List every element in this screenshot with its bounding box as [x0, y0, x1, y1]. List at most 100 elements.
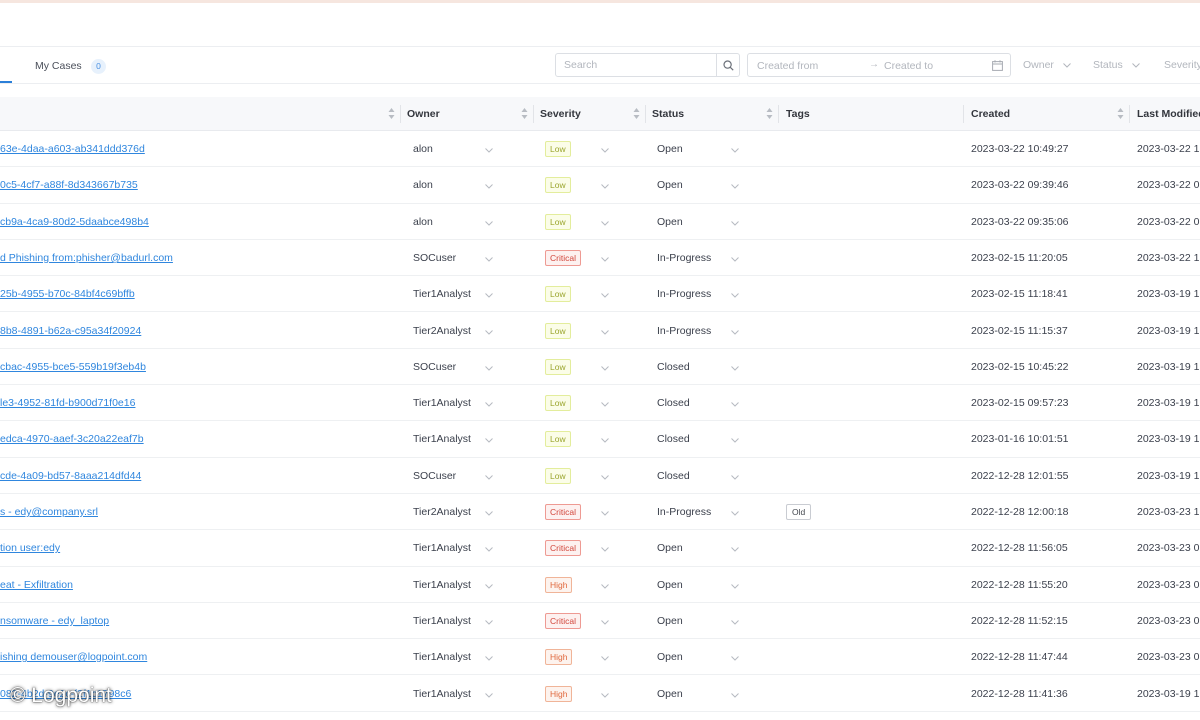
chevron-down-icon[interactable] [731, 326, 739, 338]
table-row[interactable]: 082-4b2d-9e2c-f2f1c1798c6 Tier1Analyst Hig… [0, 676, 1200, 712]
severity-badge[interactable]: Low [545, 286, 571, 303]
chevron-down-icon[interactable] [601, 434, 609, 446]
severity-badge[interactable]: Critical [545, 504, 581, 520]
column-header-status[interactable]: Status [652, 108, 684, 120]
severity-badge[interactable]: Critical [545, 540, 581, 557]
table-row[interactable]: tion user:edy Tier1Analyst Critical Open 202… [0, 530, 1200, 567]
chevron-down-icon[interactable] [731, 689, 739, 701]
chevron-down-icon[interactable] [485, 289, 493, 301]
status-filter[interactable]: Status [1093, 59, 1140, 71]
tag-badge[interactable]: Old [786, 504, 812, 520]
severity-badge[interactable]: High [545, 649, 573, 666]
search-input[interactable] [556, 54, 716, 76]
chevron-down-icon[interactable] [731, 362, 739, 374]
created-from-field[interactable]: Created from [757, 60, 818, 72]
chevron-down-icon[interactable] [731, 398, 739, 410]
created-date-range-picker[interactable]: Created from → Created to [747, 53, 1011, 77]
severity-badge[interactable]: Low [545, 395, 571, 412]
chevron-down-icon[interactable] [601, 217, 609, 229]
case-name-link[interactable]: eat - Exfiltration [0, 579, 73, 591]
case-name-link[interactable]: le3-4952-81fd-b900d71f0e16 [0, 397, 135, 409]
case-name-link[interactable]: 63e-4daa-a603-ab341ddd376d [0, 143, 145, 155]
tab-my-cases[interactable]: My Cases [35, 60, 82, 72]
chevron-down-icon[interactable] [731, 580, 739, 592]
chevron-down-icon[interactable] [485, 689, 493, 701]
chevron-down-icon[interactable] [731, 253, 739, 265]
severity-badge[interactable]: High [545, 685, 573, 702]
active-tab-indicator[interactable] [0, 81, 12, 83]
chevron-down-icon[interactable] [485, 398, 493, 410]
case-name-link[interactable]: edca-4970-aaef-3c20a22eaf7b [0, 433, 144, 445]
chevron-down-icon[interactable] [731, 507, 739, 519]
severity-badge[interactable]: Low [545, 177, 571, 194]
severity-badge[interactable]: Low [545, 431, 571, 448]
severity-badge[interactable]: Low [545, 322, 571, 339]
case-name-link[interactable]: cb9a-4ca9-80d2-5daabce498b4 [0, 216, 149, 228]
table-row[interactable]: 8b8-4891-b62a-c95a34f20924 Tier2Analyst Lo… [0, 313, 1200, 349]
case-name-link[interactable]: s - edy@company.srl [0, 506, 98, 518]
chevron-down-icon[interactable] [485, 507, 493, 519]
table-row[interactable]: cb9a-4ca9-80d2-5daabce498b4 alon Low Open 20… [0, 204, 1200, 240]
chevron-down-icon[interactable] [485, 217, 493, 229]
table-row[interactable]: 0c5-4cf7-a88f-8d343667b735 alon Low Open 202… [0, 167, 1200, 204]
chevron-down-icon[interactable] [731, 616, 739, 628]
table-row[interactable]: le3-4952-81fd-b900d71f0e16 Tier1Analyst Lo… [0, 385, 1200, 422]
severity-filter[interactable]: Severity [1164, 59, 1200, 71]
table-row[interactable]: cde-4a09-bd57-8aaa214dfd44 SOCuser Low Clos… [0, 458, 1200, 494]
severity-badge[interactable]: High [545, 576, 573, 593]
case-name-link[interactable]: cbac-4955-bce5-559b19f3eb4b [0, 361, 146, 373]
chevron-down-icon[interactable] [485, 434, 493, 446]
chevron-down-icon[interactable] [731, 144, 739, 156]
case-name-link[interactable]: nsomware - edy_laptop [0, 615, 109, 627]
sort-icon[interactable] [521, 107, 528, 120]
column-header-severity[interactable]: Severity [540, 108, 581, 120]
chevron-down-icon[interactable] [485, 616, 493, 628]
case-name-link[interactable]: 25b-4955-b70c-84bf4c69bffb [0, 288, 135, 300]
chevron-down-icon[interactable] [601, 652, 609, 664]
chevron-down-icon[interactable] [601, 616, 609, 628]
table-row[interactable]: 25b-4955-b70c-84bf4c69bffb Tier1Analyst Lo… [0, 276, 1200, 313]
chevron-down-icon[interactable] [601, 398, 609, 410]
chevron-down-icon[interactable] [601, 471, 609, 483]
chevron-down-icon[interactable] [731, 471, 739, 483]
table-row[interactable]: ishing demouser@logpoint.com Tier1Analyst… [0, 639, 1200, 676]
chevron-down-icon[interactable] [731, 543, 739, 555]
chevron-down-icon[interactable] [485, 144, 493, 156]
table-row[interactable]: s - edy@company.srl Tier2Analyst Critical I… [0, 494, 1200, 531]
column-header-owner[interactable]: Owner [407, 108, 440, 120]
created-to-field[interactable]: Created to [884, 60, 933, 72]
chevron-down-icon[interactable] [485, 580, 493, 592]
chevron-down-icon[interactable] [731, 289, 739, 301]
column-header-last-modified[interactable]: Last Modified [1137, 108, 1200, 120]
chevron-down-icon[interactable] [731, 180, 739, 192]
chevron-down-icon[interactable] [485, 543, 493, 555]
severity-badge[interactable]: Low [545, 358, 571, 375]
case-name-link[interactable]: d Phishing from:phisher@badurl.com [0, 252, 173, 264]
case-name-link[interactable]: ishing demouser@logpoint.com [0, 651, 147, 663]
chevron-down-icon[interactable] [601, 253, 609, 265]
severity-badge[interactable]: Low [545, 213, 571, 230]
chevron-down-icon[interactable] [731, 217, 739, 229]
severity-badge[interactable]: Critical [545, 249, 581, 266]
case-name-link[interactable]: 0c5-4cf7-a88f-8d343667b735 [0, 179, 138, 191]
table-row[interactable]: edca-4970-aaef-3c20a22eaf7b Tier1Analyst L… [0, 421, 1200, 458]
chevron-down-icon[interactable] [485, 253, 493, 265]
chevron-down-icon[interactable] [485, 180, 493, 192]
severity-badge[interactable]: Low [545, 467, 571, 484]
chevron-down-icon[interactable] [601, 689, 609, 701]
chevron-down-icon[interactable] [601, 507, 609, 519]
chevron-down-icon[interactable] [485, 326, 493, 338]
owner-filter[interactable]: Owner [1023, 59, 1071, 71]
column-header-created[interactable]: Created [971, 108, 1010, 120]
table-row[interactable]: d Phishing from:phisher@badurl.com SOCuse… [0, 240, 1200, 277]
chevron-down-icon[interactable] [601, 580, 609, 592]
chevron-down-icon[interactable] [601, 543, 609, 555]
search-button[interactable] [716, 54, 740, 76]
chevron-down-icon[interactable] [731, 434, 739, 446]
chevron-down-icon[interactable] [485, 362, 493, 374]
severity-badge[interactable]: Critical [545, 612, 581, 629]
case-name-link[interactable]: tion user:edy [0, 542, 60, 554]
calendar-icon[interactable] [992, 60, 1003, 71]
sort-icon[interactable] [1117, 107, 1124, 120]
chevron-down-icon[interactable] [485, 652, 493, 664]
